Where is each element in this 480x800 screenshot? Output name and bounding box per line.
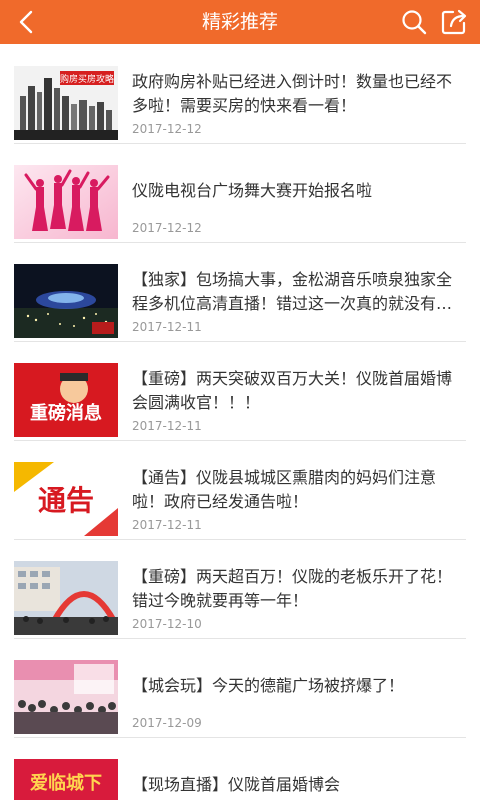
list-item[interactable]: 购房买房攻略 政府购房补贴已经进入倒计时！数量也已经不多啦！需要买房的快来看一看… bbox=[14, 44, 466, 144]
thumb-caption: 购房买房攻略 bbox=[60, 73, 114, 85]
article-title: 【通告】仪陇县城城区熏腊肉的妈妈们注意啦！政府已经发通告啦！ bbox=[132, 468, 437, 511]
article-thumbnail: 爱临城下 bbox=[14, 759, 118, 800]
list-item[interactable]: 【重磅】两天超百万！仪陇的老板乐开了花！错过今晚就要再等一年！ 2017-12-… bbox=[14, 539, 466, 639]
article-thumbnail: 重磅消息 bbox=[14, 363, 118, 437]
article-title: 仪陇电视台广场舞大赛开始报名啦 bbox=[132, 181, 373, 200]
article-title: 【现场直播】仪陇首届婚博会 bbox=[132, 775, 341, 794]
article-thumbnail bbox=[14, 660, 118, 734]
thumb-caption: 重磅消息 bbox=[30, 402, 102, 424]
article-title: 【独家】包场搞大事，金松湖音乐喷泉独家全程多机位高清直播！错过这一次真的就没有… bbox=[132, 270, 453, 313]
article-title: 【城会玩】今天的德龍广场被挤爆了！ bbox=[132, 676, 405, 695]
list-item[interactable]: 重磅消息 【重磅】两天突破双百万大关！仪陇首届婚博会圆满收官！！！ 2017-1… bbox=[14, 341, 466, 441]
article-list: 购房买房攻略 政府购房补贴已经进入倒计时！数量也已经不多啦！需要买房的快来看一看… bbox=[0, 44, 480, 800]
article-date: 2017-12-11 bbox=[132, 419, 202, 433]
article-thumbnail bbox=[14, 165, 118, 239]
list-item[interactable]: 通告 【通告】仪陇县城城区熏腊肉的妈妈们注意啦！政府已经发通告啦！ 2017-1… bbox=[14, 440, 466, 540]
article-date: 2017-12-11 bbox=[132, 320, 202, 334]
thumb-caption: 通告 bbox=[38, 484, 94, 517]
thumb-caption: 爱临城下 bbox=[30, 772, 102, 794]
list-item[interactable]: 爱临城下 【现场直播】仪陇首届婚博会 bbox=[14, 737, 466, 800]
article-date: 2017-12-12 bbox=[132, 221, 202, 235]
article-date: 2017-12-09 bbox=[132, 716, 202, 730]
article-date: 2017-12-11 bbox=[132, 518, 202, 532]
top-bar: 精彩推荐 bbox=[0, 0, 480, 44]
article-thumbnail bbox=[14, 561, 118, 635]
article-title: 【重磅】两天超百万！仪陇的老板乐开了花！错过今晚就要再等一年！ bbox=[132, 567, 453, 610]
article-date: 2017-12-10 bbox=[132, 617, 202, 631]
search-icon[interactable] bbox=[399, 7, 429, 37]
article-title: 【重磅】两天突破双百万大关！仪陇首届婚博会圆满收官！！！ bbox=[132, 369, 453, 412]
list-item[interactable]: 【城会玩】今天的德龍广场被挤爆了！ 2017-12-09 bbox=[14, 638, 466, 738]
article-date: 2017-12-12 bbox=[132, 122, 202, 136]
article-thumbnail: 通告 bbox=[14, 462, 118, 536]
article-thumbnail: 购房买房攻略 bbox=[14, 66, 118, 140]
article-title: 政府购房补贴已经进入倒计时！数量也已经不多啦！需要买房的快来看一看！ bbox=[132, 72, 453, 115]
share-edit-icon[interactable] bbox=[439, 7, 469, 37]
list-item[interactable]: 仪陇电视台广场舞大赛开始报名啦 2017-12-12 bbox=[14, 143, 466, 243]
article-thumbnail bbox=[14, 264, 118, 338]
list-item[interactable]: 【独家】包场搞大事，金松湖音乐喷泉独家全程多机位高清直播！错过这一次真的就没有…… bbox=[14, 242, 466, 342]
